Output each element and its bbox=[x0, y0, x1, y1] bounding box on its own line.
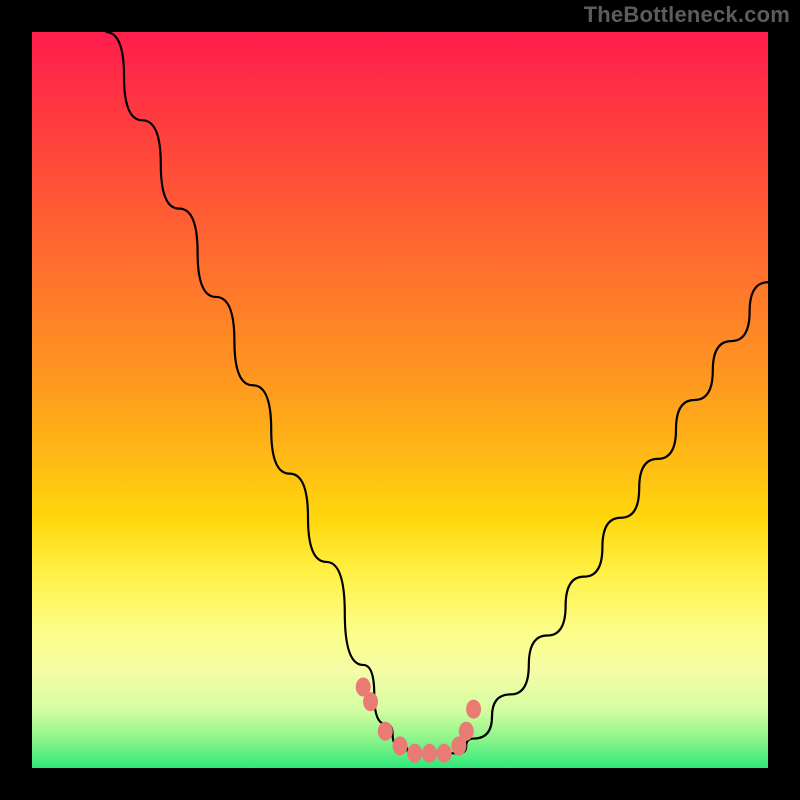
bottleneck-curve bbox=[106, 32, 768, 753]
trough-marker bbox=[363, 692, 378, 711]
chart-svg bbox=[32, 32, 768, 768]
trough-marker bbox=[378, 722, 393, 741]
chart-plot-area bbox=[32, 32, 768, 768]
trough-marker bbox=[422, 744, 437, 763]
watermark-text: TheBottleneck.com bbox=[584, 2, 790, 28]
trough-marker bbox=[459, 722, 474, 741]
curve-path bbox=[106, 32, 768, 753]
trough-marker bbox=[466, 700, 481, 719]
chart-frame: TheBottleneck.com bbox=[0, 0, 800, 800]
trough-marker bbox=[437, 744, 452, 763]
trough-marker bbox=[407, 744, 422, 763]
trough-marker bbox=[393, 736, 408, 755]
